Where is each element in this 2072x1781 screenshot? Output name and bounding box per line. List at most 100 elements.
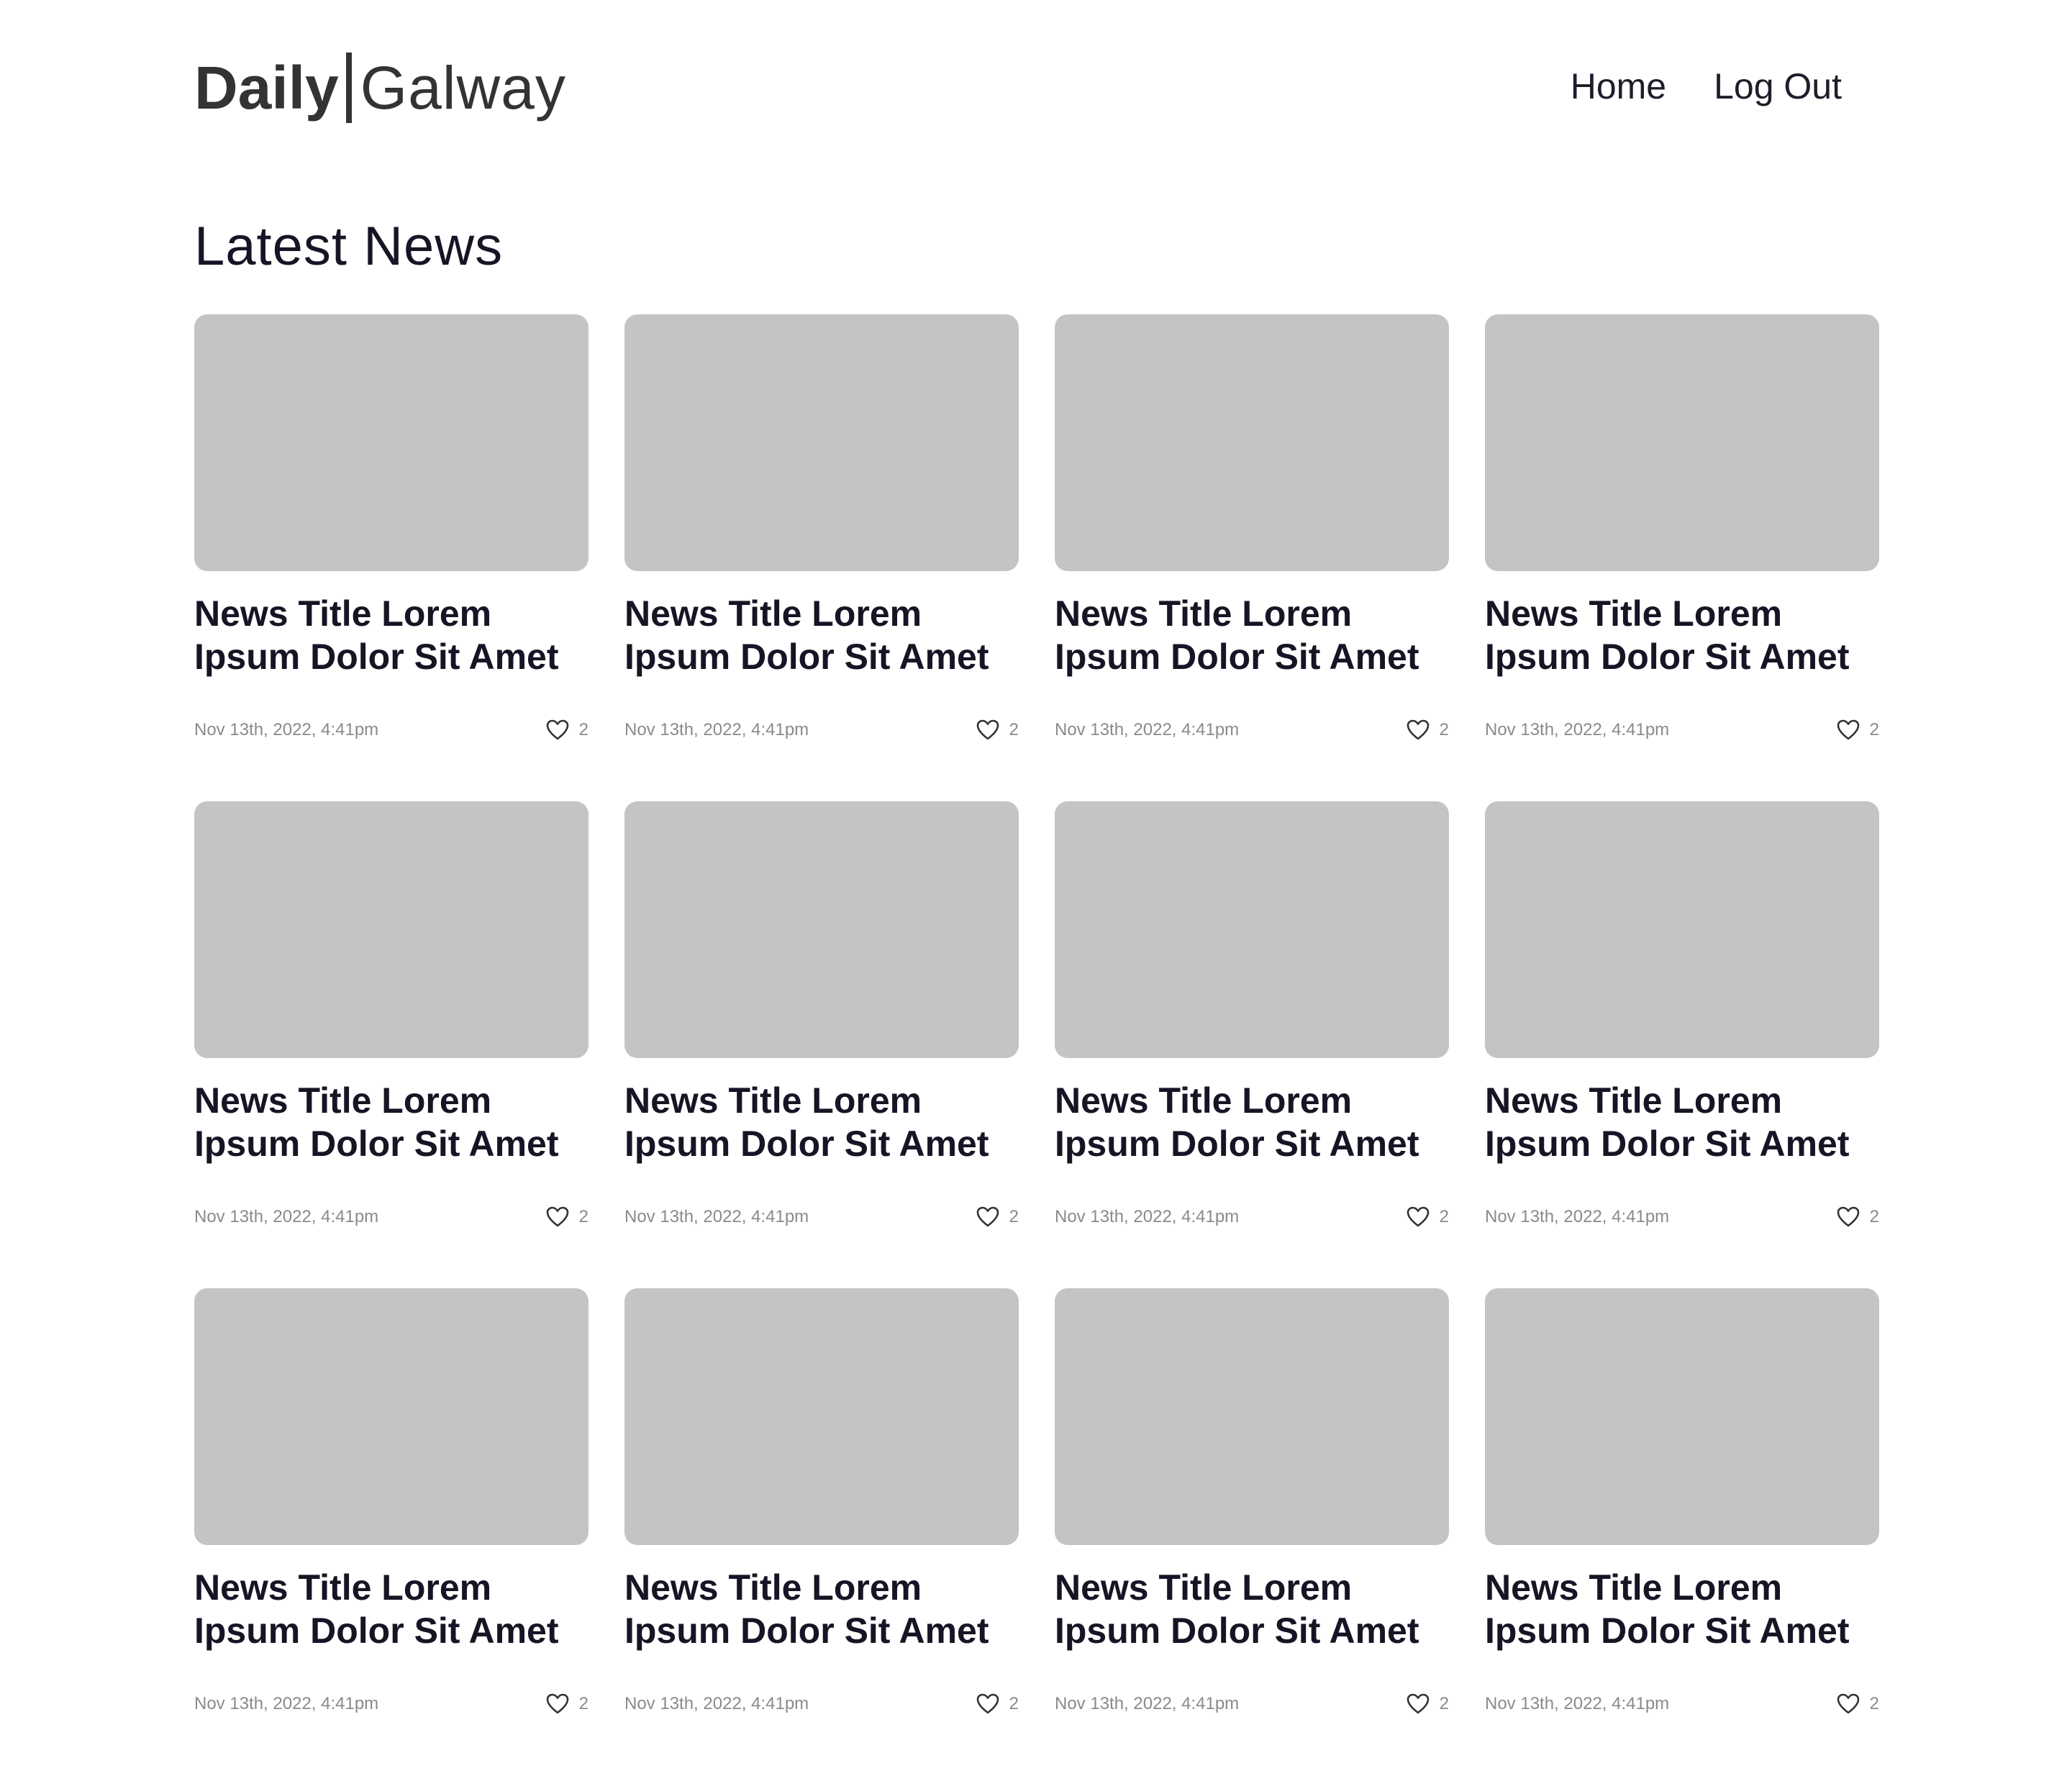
like-button[interactable]: 2 bbox=[546, 1693, 589, 1715]
news-meta: Nov 13th, 2022, 4:41pm 2 bbox=[1055, 1690, 1449, 1718]
news-card[interactable]: News Title Lorem Ipsum Dolor Sit Amet No… bbox=[624, 314, 1019, 801]
like-button[interactable]: 2 bbox=[1837, 1693, 1879, 1715]
site-logo[interactable]: Daily Galway bbox=[194, 52, 566, 124]
like-button[interactable]: 2 bbox=[1407, 1693, 1449, 1715]
news-thumbnail[interactable] bbox=[194, 314, 589, 571]
heart-icon[interactable] bbox=[1837, 1206, 1860, 1228]
news-title-line-2: Ipsum Dolor Sit Amet bbox=[1485, 1124, 1850, 1164]
news-thumbnail[interactable] bbox=[194, 801, 589, 1058]
news-card[interactable]: News Title Lorem Ipsum Dolor Sit Amet No… bbox=[194, 801, 589, 1288]
news-title[interactable]: News Title Lorem Ipsum Dolor Sit Amet bbox=[624, 592, 1019, 678]
news-title-line-2: Ipsum Dolor Sit Amet bbox=[194, 637, 559, 677]
like-button[interactable]: 2 bbox=[546, 1206, 589, 1228]
news-thumbnail[interactable] bbox=[624, 314, 1019, 571]
like-button[interactable]: 2 bbox=[1837, 1206, 1879, 1228]
news-title-line-2: Ipsum Dolor Sit Amet bbox=[1485, 1611, 1850, 1651]
news-meta: Nov 13th, 2022, 4:41pm 2 bbox=[624, 716, 1019, 744]
news-thumbnail[interactable] bbox=[1485, 801, 1879, 1058]
news-title[interactable]: News Title Lorem Ipsum Dolor Sit Amet bbox=[1485, 592, 1879, 678]
news-thumbnail[interactable] bbox=[1055, 801, 1449, 1058]
news-title[interactable]: News Title Lorem Ipsum Dolor Sit Amet bbox=[194, 592, 589, 678]
like-button[interactable]: 2 bbox=[976, 1693, 1019, 1715]
like-button[interactable]: 2 bbox=[976, 719, 1019, 741]
news-thumbnail[interactable] bbox=[624, 801, 1019, 1058]
logo-bold-text: Daily bbox=[194, 54, 339, 122]
heart-icon[interactable] bbox=[546, 1206, 569, 1228]
news-title[interactable]: News Title Lorem Ipsum Dolor Sit Amet bbox=[1055, 1566, 1449, 1652]
heart-icon[interactable] bbox=[1407, 719, 1430, 741]
news-title-line-1: News Title Lorem bbox=[194, 1080, 492, 1121]
nav-home-link[interactable]: Home bbox=[1571, 65, 1666, 108]
news-card[interactable]: News Title Lorem Ipsum Dolor Sit Amet No… bbox=[1055, 314, 1449, 801]
like-button[interactable]: 2 bbox=[546, 719, 589, 741]
page-title: Latest News bbox=[194, 216, 504, 277]
like-count: 2 bbox=[1009, 1207, 1019, 1226]
news-meta: Nov 13th, 2022, 4:41pm 2 bbox=[194, 716, 589, 744]
like-count: 2 bbox=[578, 720, 589, 739]
news-date: Nov 13th, 2022, 4:41pm bbox=[194, 1694, 379, 1713]
like-button[interactable]: 2 bbox=[1837, 719, 1879, 741]
news-card[interactable]: News Title Lorem Ipsum Dolor Sit Amet No… bbox=[1485, 1288, 1879, 1775]
news-card[interactable]: News Title Lorem Ipsum Dolor Sit Amet No… bbox=[624, 801, 1019, 1288]
news-meta: Nov 13th, 2022, 4:41pm 2 bbox=[624, 1690, 1019, 1718]
news-title-line-2: Ipsum Dolor Sit Amet bbox=[1055, 1611, 1419, 1651]
news-card[interactable]: News Title Lorem Ipsum Dolor Sit Amet No… bbox=[1485, 801, 1879, 1288]
news-title-line-2: Ipsum Dolor Sit Amet bbox=[1055, 1124, 1419, 1164]
heart-icon[interactable] bbox=[1837, 1693, 1860, 1715]
news-title[interactable]: News Title Lorem Ipsum Dolor Sit Amet bbox=[624, 1566, 1019, 1652]
like-count: 2 bbox=[578, 1207, 589, 1226]
heart-icon[interactable] bbox=[1407, 1693, 1430, 1715]
news-date: Nov 13th, 2022, 4:41pm bbox=[624, 1694, 809, 1713]
news-date: Nov 13th, 2022, 4:41pm bbox=[194, 720, 379, 739]
news-date: Nov 13th, 2022, 4:41pm bbox=[194, 1207, 379, 1226]
news-thumbnail[interactable] bbox=[624, 1288, 1019, 1545]
heart-icon[interactable] bbox=[546, 719, 569, 741]
news-card[interactable]: News Title Lorem Ipsum Dolor Sit Amet No… bbox=[624, 1288, 1019, 1775]
news-card[interactable]: News Title Lorem Ipsum Dolor Sit Amet No… bbox=[1055, 801, 1449, 1288]
like-button[interactable]: 2 bbox=[1407, 719, 1449, 741]
news-thumbnail[interactable] bbox=[1055, 1288, 1449, 1545]
news-title-line-2: Ipsum Dolor Sit Amet bbox=[624, 637, 989, 677]
news-title-line-1: News Title Lorem bbox=[1055, 593, 1353, 634]
news-meta: Nov 13th, 2022, 4:41pm 2 bbox=[194, 1690, 589, 1718]
news-title-line-1: News Title Lorem bbox=[1485, 1567, 1783, 1608]
news-meta: Nov 13th, 2022, 4:41pm 2 bbox=[1055, 1203, 1449, 1231]
nav-logout-link[interactable]: Log Out bbox=[1714, 65, 1842, 108]
news-thumbnail[interactable] bbox=[1485, 1288, 1879, 1545]
news-card[interactable]: News Title Lorem Ipsum Dolor Sit Amet No… bbox=[1055, 1288, 1449, 1775]
news-title[interactable]: News Title Lorem Ipsum Dolor Sit Amet bbox=[1055, 1079, 1449, 1165]
heart-icon[interactable] bbox=[976, 1206, 999, 1228]
heart-icon[interactable] bbox=[546, 1693, 569, 1715]
news-title[interactable]: News Title Lorem Ipsum Dolor Sit Amet bbox=[194, 1566, 589, 1652]
news-thumbnail[interactable] bbox=[1055, 314, 1449, 571]
news-title[interactable]: News Title Lorem Ipsum Dolor Sit Amet bbox=[1485, 1566, 1879, 1652]
news-title[interactable]: News Title Lorem Ipsum Dolor Sit Amet bbox=[194, 1079, 589, 1165]
logo-divider bbox=[345, 53, 352, 123]
heart-icon[interactable] bbox=[976, 1693, 999, 1715]
news-thumbnail[interactable] bbox=[1485, 314, 1879, 571]
like-button[interactable]: 2 bbox=[1407, 1206, 1449, 1228]
heart-icon[interactable] bbox=[976, 719, 999, 741]
news-title[interactable]: News Title Lorem Ipsum Dolor Sit Amet bbox=[1055, 592, 1449, 678]
news-meta: Nov 13th, 2022, 4:41pm 2 bbox=[1485, 716, 1879, 744]
news-card[interactable]: News Title Lorem Ipsum Dolor Sit Amet No… bbox=[1485, 314, 1879, 801]
news-date: Nov 13th, 2022, 4:41pm bbox=[1485, 1207, 1670, 1226]
like-count: 2 bbox=[1439, 1207, 1449, 1226]
news-thumbnail[interactable] bbox=[194, 1288, 589, 1545]
news-title-line-1: News Title Lorem bbox=[624, 593, 922, 634]
news-title-line-2: Ipsum Dolor Sit Amet bbox=[1485, 637, 1850, 677]
like-count: 2 bbox=[1869, 1694, 1879, 1713]
news-card[interactable]: News Title Lorem Ipsum Dolor Sit Amet No… bbox=[194, 314, 589, 801]
like-button[interactable]: 2 bbox=[976, 1206, 1019, 1228]
news-title[interactable]: News Title Lorem Ipsum Dolor Sit Amet bbox=[624, 1079, 1019, 1165]
news-date: Nov 13th, 2022, 4:41pm bbox=[624, 1207, 809, 1226]
news-date: Nov 13th, 2022, 4:41pm bbox=[1485, 720, 1670, 739]
news-title[interactable]: News Title Lorem Ipsum Dolor Sit Amet bbox=[1485, 1079, 1879, 1165]
like-count: 2 bbox=[1009, 1694, 1019, 1713]
like-count: 2 bbox=[1009, 720, 1019, 739]
news-title-line-2: Ipsum Dolor Sit Amet bbox=[194, 1124, 559, 1164]
logo-light-text: Galway bbox=[360, 54, 566, 122]
heart-icon[interactable] bbox=[1407, 1206, 1430, 1228]
news-card[interactable]: News Title Lorem Ipsum Dolor Sit Amet No… bbox=[194, 1288, 589, 1775]
heart-icon[interactable] bbox=[1837, 719, 1860, 741]
